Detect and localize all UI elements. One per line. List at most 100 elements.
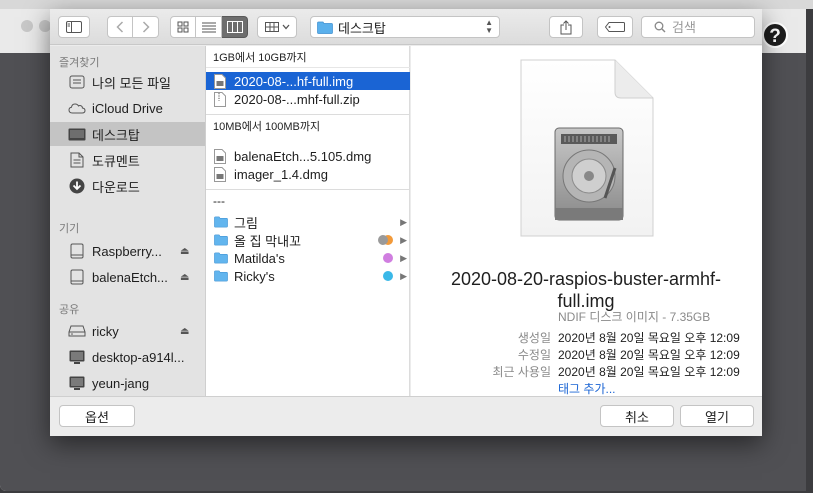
file-name: balenaEtch...5.105.dmg: [234, 148, 372, 164]
sidebar-item-label: iCloud Drive: [92, 100, 163, 116]
file-column: 1GB에서 10GB까지 2020-08-...hf-full.img 2020…: [206, 46, 410, 396]
file-row-zip[interactable]: 2020-08-...mhf-full.zip: [206, 90, 410, 108]
open-file-dialog: 데스크탑 ▲▼ 즐겨찾기 나의 모든 파일 iCloud Drive 데스크탑: [50, 9, 762, 436]
group-header-other: ---: [213, 194, 225, 208]
chevron-down-icon: [282, 24, 289, 30]
sidebar: 즐겨찾기 나의 모든 파일 iCloud Drive 데스크탑 도큐멘트 다운로…: [50, 46, 206, 396]
disk-icon: [68, 243, 86, 259]
add-tags-link[interactable]: 태그 추가...: [558, 380, 616, 397]
eject-icon[interactable]: ⏏: [180, 246, 189, 257]
file-row-balena-dmg[interactable]: balenaEtch...5.105.dmg: [206, 147, 410, 165]
documents-icon: [68, 152, 86, 168]
sidebar-item-downloads[interactable]: 다운로드: [50, 174, 205, 198]
sidebar-item-raspberry[interactable]: Raspberry... ⏏: [50, 239, 205, 263]
location-popup[interactable]: 데스크탑 ▲ ▼: [310, 16, 500, 38]
sidebar-item-label: Raspberry...: [92, 243, 162, 259]
info-modified: 수정일 2020년 8월 20일 목요일 오후 12:09: [411, 346, 762, 362]
group-grid-icon: [264, 22, 279, 32]
sidebar-item-all-files[interactable]: 나의 모든 파일: [50, 70, 205, 94]
help-icon[interactable]: ?: [762, 22, 788, 48]
file-name: imager_1.4.dmg: [234, 166, 328, 182]
column-view-button[interactable]: [222, 16, 248, 38]
info-value-modified: 2020년 8월 20일 목요일 오후 12:09: [558, 348, 740, 362]
info-key-created: 생성일: [517, 331, 551, 345]
options-button[interactable]: 옵션: [59, 405, 135, 427]
chevron-right-icon: [142, 21, 150, 33]
folder-icon: [317, 21, 333, 34]
eject-icon[interactable]: ⏏: [180, 272, 189, 283]
folder-row-pictures[interactable]: 그림 ▶: [206, 213, 410, 231]
chevron-left-icon: [116, 21, 124, 33]
grid-icon: [177, 21, 189, 33]
sidebar-item-label: yeun-jang: [92, 375, 150, 391]
preview-file-name: 2020-08-20-raspios-buster-armhf-full.img: [450, 269, 722, 311]
disk-image-icon: [214, 148, 228, 164]
dialog-footer: 옵션 취소 열기: [50, 396, 762, 436]
sidebar-item-icloud-drive[interactable]: iCloud Drive: [50, 96, 205, 120]
file-row-img[interactable]: 2020-08-...hf-full.img: [206, 72, 410, 90]
toolbar: 데스크탑 ▲ ▼: [50, 9, 762, 45]
disk-image-preview-icon: [519, 58, 655, 238]
file-name: 2020-08-...mhf-full.zip: [234, 91, 360, 107]
display-icon: [68, 375, 86, 391]
folder-name: Ricky's: [234, 268, 275, 284]
folder-row-family[interactable]: 올 집 막내꼬 ▶: [206, 231, 410, 249]
sidebar-section-devices: 기기: [59, 223, 80, 235]
window-close-button[interactable]: [21, 20, 33, 32]
folder-row-matilda[interactable]: Matilda's ▶: [206, 249, 410, 267]
cancel-button[interactable]: 취소: [600, 405, 674, 427]
sidebar-item-ricky[interactable]: ricky ⏏: [50, 319, 205, 343]
disclosure-arrow-icon: ▶: [400, 234, 407, 245]
disclosure-arrow-icon: ▶: [400, 216, 407, 227]
eject-icon[interactable]: ⏏: [180, 326, 189, 337]
folder-icon: [214, 268, 228, 284]
disk-image-icon: [214, 73, 228, 89]
search-field[interactable]: [641, 16, 755, 38]
disclosure-arrow-icon: ▶: [400, 252, 407, 263]
file-row-imager-dmg[interactable]: imager_1.4.dmg: [206, 165, 410, 183]
info-last-opened: 최근 사용일 2020년 8월 20일 목요일 오후 12:09: [411, 363, 762, 379]
sidebar-toggle-button[interactable]: [58, 16, 90, 38]
folder-row-ricky[interactable]: Ricky's ▶: [206, 267, 410, 285]
list-view-button[interactable]: [196, 16, 222, 38]
open-button[interactable]: 열기: [680, 405, 754, 427]
server-icon: [68, 323, 86, 339]
search-input[interactable]: [672, 19, 752, 35]
sidebar-item-documents[interactable]: 도큐멘트: [50, 148, 205, 172]
list-icon: [201, 22, 216, 33]
info-value-last-opened: 2020년 8월 20일 목요일 오후 12:09: [558, 365, 740, 379]
download-icon: [68, 178, 86, 194]
group-by-button[interactable]: [257, 16, 297, 38]
background-titlebar: [0, 0, 813, 9]
group-header-10mb: 10MB에서 100MB까지: [213, 121, 321, 133]
folder-name: 올 집 막내꼬: [234, 233, 302, 249]
search-icon: [654, 21, 666, 33]
folder-icon: [214, 214, 228, 230]
sidebar-item-label: 도큐멘트: [92, 153, 140, 169]
info-value-created: 2020년 8월 20일 목요일 오후 12:09: [558, 331, 740, 345]
location-label: 데스크탑: [338, 20, 386, 36]
tag-dot-blue: [383, 271, 393, 281]
back-button[interactable]: [107, 16, 133, 38]
group-header-1gb: 1GB에서 10GB까지: [206, 46, 410, 68]
sidebar-item-desktop-a914[interactable]: desktop-a914l...: [50, 345, 205, 369]
background-panel-right: [762, 53, 806, 491]
forward-button[interactable]: [133, 16, 159, 38]
tag-dot-gray: [378, 235, 388, 245]
sidebar-item-yeun-jang[interactable]: yeun-jang: [50, 371, 205, 395]
info-key-modified: 수정일: [517, 348, 551, 362]
disk-image-icon: [214, 166, 228, 182]
all-files-icon: [68, 74, 86, 90]
tag-icon: [605, 22, 625, 32]
sidebar-toggle-icon: [66, 21, 82, 33]
background-panel-left: [0, 53, 50, 436]
sidebar-item-balenaetcher[interactable]: balenaEtch... ⏏: [50, 265, 205, 289]
tags-button[interactable]: [597, 16, 633, 38]
sidebar-item-desktop[interactable]: 데스크탑: [50, 122, 205, 146]
tag-dot-purple: [383, 253, 393, 263]
file-name: 2020-08-...hf-full.img: [234, 73, 354, 89]
icon-view-button[interactable]: [170, 16, 196, 38]
info-key-last-opened: 최근 사용일: [492, 365, 551, 379]
sidebar-item-label: desktop-a914l...: [92, 349, 185, 365]
share-button[interactable]: [549, 16, 583, 38]
